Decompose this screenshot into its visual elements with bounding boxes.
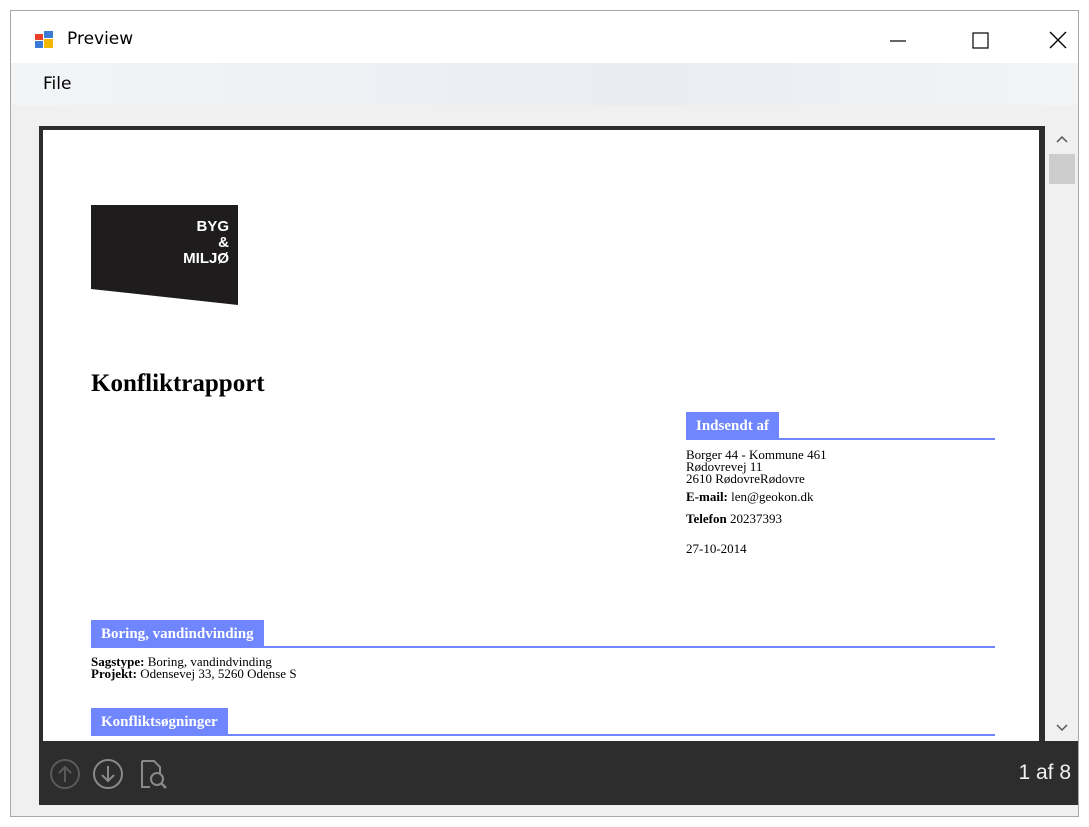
scroll-up-arrow-icon[interactable] <box>1052 131 1072 147</box>
document-title: Konfliktrapport <box>91 370 265 397</box>
title-bar[interactable]: Preview <box>11 11 1078 63</box>
phone-value: 20237393 <box>729 511 782 526</box>
sender-section-header: Indsendt af <box>686 412 779 440</box>
phone-row: Telefon 20237393 <box>686 511 827 526</box>
case-section-header: Boring, vandindvinding <box>91 620 264 648</box>
maximize-icon[interactable] <box>957 17 1003 61</box>
case-section-divider <box>91 646 995 648</box>
scroll-down-arrow-icon[interactable] <box>1052 720 1072 736</box>
email-label: E-mail: <box>686 489 728 504</box>
logo-text-line2: & <box>218 234 229 251</box>
menu-bar: File <box>11 63 1078 105</box>
vertical-scrollbar[interactable] <box>1045 126 1078 741</box>
app-icon <box>35 31 53 48</box>
logo-text-line1: BYG <box>196 218 229 235</box>
sender-details: Borger 44 - Kommune 461 Rødovrevej 11 26… <box>686 448 827 556</box>
conflicts-section-header: Konfliktsøgninger <box>91 708 228 736</box>
preview-window: Preview File BYG & MILJØ Konfliktrapport… <box>10 10 1079 817</box>
arrow-up-circle-icon[interactable] <box>48 757 82 791</box>
window-title: Preview <box>67 29 134 49</box>
email-row: E-mail: len@geokon.dk <box>686 489 827 504</box>
projekt-label: Projekt: <box>91 666 137 681</box>
logo-text-line3: MILJØ <box>183 250 229 267</box>
byg-miljo-logo: BYG & MILJØ <box>91 205 238 305</box>
conflicts-section-divider <box>91 734 995 736</box>
projekt-value: Odensevej 33, 5260 Odense S <box>140 666 297 681</box>
minimize-icon[interactable] <box>875 17 921 61</box>
submission-date: 27-10-2014 <box>686 541 747 556</box>
projekt-row: Projekt: Odensevej 33, 5260 Odense S <box>91 666 297 681</box>
page-counter: 1 af 8 <box>1018 761 1071 784</box>
phone-label: Telefon <box>686 511 727 526</box>
close-icon[interactable] <box>1035 17 1079 61</box>
case-details: Sagstype: Boring, vandindvinding Projekt… <box>91 655 297 681</box>
scrollbar-thumb[interactable] <box>1049 154 1075 184</box>
arrow-down-circle-icon[interactable] <box>91 757 125 791</box>
preview-toolbar: 1 af 8 <box>39 741 1078 805</box>
document-viewer[interactable]: BYG & MILJØ Konfliktrapport Indsendt af … <box>39 126 1045 741</box>
menu-file[interactable]: File <box>43 74 71 94</box>
sender-section-divider <box>686 438 995 440</box>
document-page: BYG & MILJØ Konfliktrapport Indsendt af … <box>43 130 1039 741</box>
document-search-icon[interactable] <box>136 757 170 791</box>
email-value: len@geokon.dk <box>731 489 814 504</box>
address-line3: 2610 RødovreRødovre <box>686 471 805 486</box>
